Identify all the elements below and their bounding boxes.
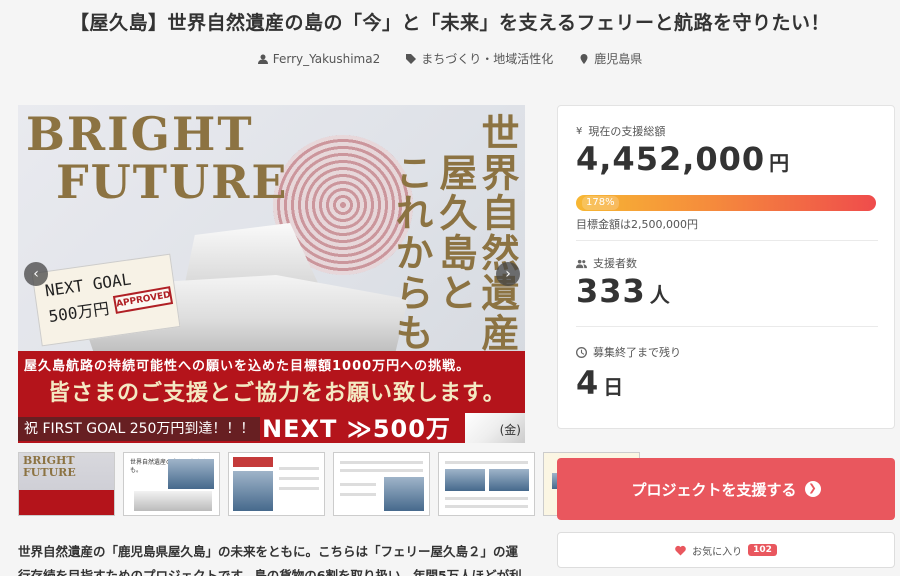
main-image: BRIGHT FUTURE 世界自然遺産。 屋久島と これからも。 NEXT G… (18, 105, 525, 443)
stats-panel: ¥ 現在の支援総額 4,452,000 円 178% 目標金額は2,500,000… (557, 105, 895, 429)
map-pin-icon (580, 53, 588, 64)
next-goal-text: NEXT ≫500万 (262, 415, 451, 443)
total-amount: 4,452,000 円 (576, 140, 789, 178)
favorite-count-badge: 102 (748, 544, 777, 556)
goal-amount: 目標金額は2,500,000円 (576, 218, 698, 231)
thumbnail-3-photo (233, 471, 273, 511)
thumbnail-3-line (279, 477, 319, 480)
thumbnail-5-photo (445, 469, 485, 491)
banner-line-2: 皆さまのご支援とご協力をお願い致します。 (48, 380, 506, 406)
remaining-days: 4日 (576, 364, 623, 402)
thumbnail-5[interactable] (438, 452, 535, 516)
thumbnail-3-header (233, 457, 273, 467)
author-link[interactable]: Ferry_Yakushima2 (257, 50, 381, 67)
carousel-next-button[interactable]: › (496, 262, 520, 286)
thumbnail-2[interactable]: 世界自然遺産の島とこれからも。 (123, 452, 220, 516)
thumbnail-4-line (340, 469, 423, 472)
thumbnail-3[interactable] (228, 452, 325, 516)
favorite-button[interactable]: お気に入り 102 (557, 532, 895, 568)
thumbnail-1-title: BRIGHT FUTURE (23, 454, 76, 480)
page-title: 【屋久島】世界自然遺産の島の「今」と「未来」を支えるフェリーと航路を守りたい！ (70, 12, 830, 34)
progress-percent: 178% (582, 196, 619, 210)
hero-footer: 祝 FIRST GOAL 250万円到達！！！ NEXT ≫500万 (金) (18, 413, 525, 443)
backers-label: 支援者数 (593, 257, 637, 270)
first-goal-text: 祝 FIRST GOAL 250万円到達！！！ (18, 417, 261, 441)
thumbnail-4-photo (384, 477, 424, 511)
category-name: まちづくり・地域活性化 (421, 52, 554, 66)
hero-bright-text: BRIGHT (26, 107, 254, 161)
thumbnail-4[interactable] (333, 452, 430, 516)
location-name: 鹿児島県 (594, 52, 643, 66)
user-icon (257, 54, 268, 64)
category-link[interactable]: まちづくり・地域活性化 (406, 50, 553, 67)
project-meta: Ferry_Yakushima2 まちづくり・地域活性化 鹿児島県 (0, 50, 900, 67)
carousel-prev-button[interactable]: ‹ (24, 262, 48, 286)
tag-icon (406, 53, 417, 64)
author-name: Ferry_Yakushima2 (272, 51, 381, 66)
backers-count-value: 333 (576, 272, 646, 310)
backers-label-row: 支援者数 (576, 255, 637, 271)
thumbnail-4-line (340, 483, 376, 486)
divider (576, 326, 878, 327)
remaining-days-value: 4 (576, 364, 600, 402)
thumbnail-3-line (279, 487, 319, 490)
thumbnail-2-ship (134, 491, 212, 511)
favorite-label: お気に入り (692, 546, 743, 558)
chevron-right-icon: ❯ (804, 481, 821, 497)
banner-line-1: 屋久島航路の持続可能性への願いを込めた目標額1000万円への挑戦。 (24, 359, 471, 374)
support-button-label: プロジェクトを支援する (631, 480, 797, 499)
total-label: 現在の支援総額 (588, 125, 666, 138)
thumbnail-5-line (445, 461, 528, 464)
thumbnail-1[interactable]: BRIGHT FUTURE (18, 452, 115, 516)
users-icon (576, 259, 587, 268)
total-amount-unit: 円 (769, 151, 790, 175)
thumbnail-3-line (279, 467, 319, 470)
yen-icon: ¥ (576, 125, 583, 137)
thumbnail-5-photo (489, 469, 529, 491)
total-amount-value: 4,452,000 (576, 140, 766, 178)
support-project-button[interactable]: プロジェクトを支援する ❯ (557, 458, 895, 520)
thumbnail-5-line (445, 505, 528, 508)
thumbnail-4-line (340, 493, 376, 496)
remaining-label-row: 募集終了まで残り (576, 344, 681, 360)
clock-icon (576, 346, 587, 358)
divider (576, 240, 878, 241)
project-description: 世界自然遺産の「鹿児島県屋久島」の未来をともに。こちらは「フェリー屋久島２」の運… (18, 544, 522, 576)
hero-vertical-text-2: 屋久島と (433, 153, 478, 313)
hero-future-text: FUTURE (56, 155, 289, 209)
remaining-label: 募集終了まで残り (593, 346, 681, 359)
remaining-days-unit: 日 (603, 375, 624, 399)
page-curl: (金) (465, 413, 525, 443)
total-label-row: ¥ 現在の支援総額 (576, 123, 665, 139)
backers-count-unit: 人 (649, 283, 670, 307)
progress-bar: 178% (576, 195, 876, 211)
thumbnail-strip: BRIGHT FUTURE 世界自然遺産の島とこれからも。 (18, 452, 640, 516)
heart-icon (675, 545, 686, 555)
thumbnail-5-line (445, 497, 528, 500)
thumbnail-4-line (340, 461, 423, 464)
thumbnail-2-photo (168, 459, 214, 489)
location-link[interactable]: 鹿児島県 (579, 50, 642, 67)
backers-count: 333 人 (576, 272, 670, 310)
